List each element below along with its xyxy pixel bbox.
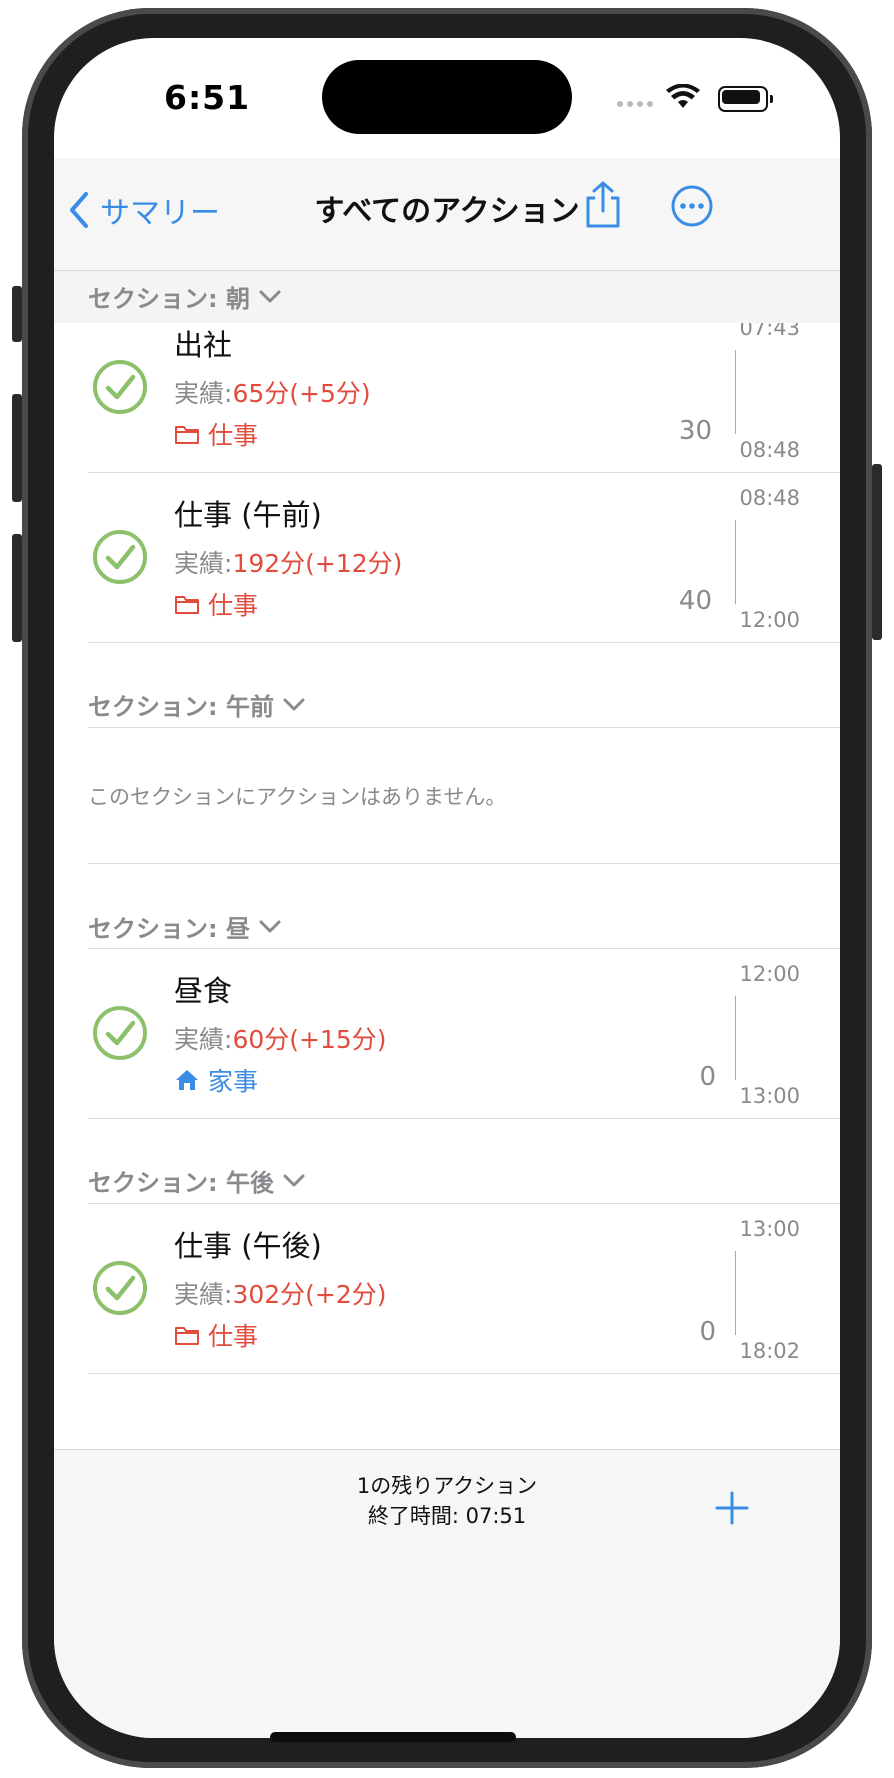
end-time: 08:48 (739, 438, 800, 462)
timeline-line (735, 520, 736, 604)
wifi-icon (666, 84, 700, 108)
section-title: セクション: 昼 (88, 915, 250, 943)
divider (88, 642, 840, 643)
house-icon (176, 1070, 198, 1090)
actual-time: 実績:192分(+12分) (174, 549, 403, 578)
chevron-down-icon (283, 1174, 305, 1186)
checkmark-circle-icon[interactable] (92, 1260, 148, 1316)
category-label: 仕事 (174, 1317, 258, 1353)
start-time: 08:48 (739, 486, 800, 510)
section-header-forenoon[interactable]: セクション: 午前 (88, 687, 306, 722)
status-time: 6:51 (164, 78, 251, 117)
timeline-line (735, 350, 736, 434)
timeline-line (735, 996, 736, 1080)
checkmark-circle-icon[interactable] (92, 359, 148, 415)
section-header-noon[interactable]: セクション: 昼 (88, 909, 282, 944)
divider (88, 727, 840, 728)
end-time: 13:00 (739, 1084, 800, 1108)
battery-icon (718, 86, 773, 112)
action-value: 30 (678, 416, 712, 446)
more-options-icon[interactable] (670, 184, 714, 228)
actual-time: 実績:65分(+5分) (174, 379, 371, 408)
action-title: 昼食 (174, 974, 233, 1008)
section-title: セクション: 朝 (88, 285, 250, 313)
navigation-bar: サマリー すべてのアクション (54, 158, 840, 271)
action-title: 仕事 (午前) (174, 498, 322, 532)
folder-icon (175, 426, 199, 444)
dynamic-island (322, 60, 572, 134)
divider (88, 1373, 840, 1374)
divider (88, 863, 840, 864)
volume-up-button (12, 394, 22, 502)
chevron-down-icon (259, 290, 281, 302)
folder-icon (175, 596, 199, 614)
action-value: 40 (678, 586, 712, 616)
section-header-morning[interactable]: セクション: 朝 (88, 279, 282, 314)
action-row[interactable]: 出社 実績:65分(+5分) 仕事 30 07:43 08:48 (54, 302, 840, 472)
action-title: 出社 (174, 328, 233, 362)
divider (88, 1118, 840, 1119)
action-button (12, 286, 22, 342)
sticky-section-header: セクション: 朝 (54, 271, 840, 323)
folder-icon (175, 1327, 199, 1345)
home-indicator[interactable] (270, 1732, 516, 1742)
page-title: すべてのアクション (314, 194, 580, 229)
end-time: 18:02 (739, 1339, 800, 1363)
start-time: 13:00 (739, 1217, 800, 1241)
category-label: 家事 (174, 1062, 258, 1098)
checkmark-circle-icon[interactable] (92, 1005, 148, 1061)
actual-time: 実績:60分(+15分) (174, 1025, 387, 1054)
volume-down-button (12, 534, 22, 642)
actual-time: 実績:302分(+2分) (174, 1280, 387, 1309)
action-row[interactable]: 仕事 (午後) 実績:302分(+2分) 仕事 0 13:00 18:02 (54, 1203, 840, 1373)
action-value: 0 (699, 1317, 716, 1347)
action-title: 仕事 (午後) (174, 1229, 322, 1263)
category-label: 仕事 (174, 416, 258, 452)
power-button (872, 464, 882, 640)
action-value: 0 (699, 1062, 716, 1092)
signal-dots-icon (617, 101, 653, 107)
section-title: セクション: 午後 (88, 1169, 274, 1197)
section-title: セクション: 午前 (88, 693, 274, 721)
category-label: 仕事 (174, 586, 258, 622)
checkmark-circle-icon[interactable] (92, 529, 148, 585)
screen: 6:51 サマリー すべてのアクション セクション: 朝 出社 実績:65分(+… (54, 38, 840, 1738)
actions-list[interactable]: 出社 実績:65分(+5分) 仕事 30 07:43 08:48 仕事 (午前)… (54, 271, 840, 1449)
share-icon[interactable] (582, 180, 624, 230)
chevron-down-icon (259, 920, 281, 932)
action-row[interactable]: 仕事 (午前) 実績:192分(+12分) 仕事 40 08:48 12:00 (54, 472, 840, 642)
chevron-down-icon (283, 698, 305, 710)
timeline-line (735, 1251, 736, 1335)
start-time: 12:00 (739, 962, 800, 986)
plus-icon[interactable] (714, 1490, 750, 1526)
end-time: 12:00 (739, 608, 800, 632)
section-header-afternoon[interactable]: セクション: 午後 (88, 1163, 306, 1198)
action-row[interactable]: 昼食 実績:60分(+15分) 家事 0 12:00 13:00 (54, 948, 840, 1118)
empty-section-message: このセクションにアクションはありません。 (88, 785, 507, 809)
bottom-toolbar: 1の残りアクション 終了時間: 07:51 (54, 1449, 840, 1738)
